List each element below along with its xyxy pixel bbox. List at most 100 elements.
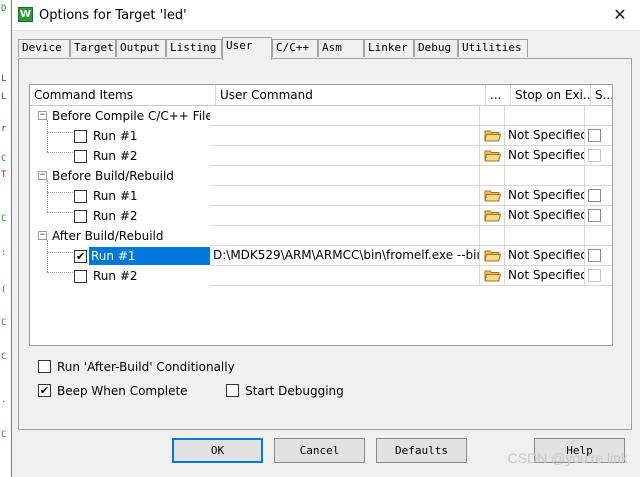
run-label: Run #2 bbox=[93, 209, 138, 223]
s-cell[interactable] bbox=[585, 246, 612, 266]
run-row[interactable]: Run #2 Not Specified bbox=[30, 206, 612, 226]
options-dialog: W Options for Target 'led' ✕ Device Targ… bbox=[11, 0, 640, 477]
group-label: Before Build/Rebuild bbox=[52, 169, 174, 183]
run-row[interactable]: Run #2 Not Specified bbox=[30, 146, 612, 166]
empty-cell bbox=[585, 106, 612, 126]
run-label: Run #1 bbox=[89, 247, 210, 265]
user-command-cell[interactable] bbox=[210, 126, 480, 146]
s-cell[interactable] bbox=[585, 126, 612, 146]
run-row[interactable]: Run #1 Not Specified bbox=[30, 126, 612, 146]
folder-open-icon[interactable] bbox=[484, 269, 501, 282]
browse-cell[interactable] bbox=[480, 206, 505, 226]
bg-glyph: C bbox=[1, 430, 7, 440]
title-bar[interactable]: W Options for Target 'led' ✕ bbox=[12, 0, 640, 31]
s-checkbox[interactable] bbox=[588, 249, 601, 262]
dialog-title: Options for Target 'led' bbox=[39, 8, 187, 23]
column-header-user-command[interactable]: User Command bbox=[216, 85, 486, 106]
s-cell[interactable] bbox=[585, 186, 612, 206]
column-header-s[interactable]: S... bbox=[591, 85, 612, 106]
browse-cell[interactable] bbox=[480, 146, 505, 166]
user-command-cell[interactable] bbox=[210, 206, 480, 226]
empty-cell bbox=[210, 226, 480, 246]
run-row-selected[interactable]: ✔ Run #1 D:\MDK529\ARM\ARMCC\bin\fromelf… bbox=[30, 246, 612, 266]
run-enable-checkbox[interactable] bbox=[74, 150, 87, 163]
tab-utilities[interactable]: Utilities bbox=[458, 39, 528, 57]
empty-cell bbox=[480, 166, 505, 186]
close-icon[interactable]: ✕ bbox=[609, 4, 631, 26]
tree-group-row[interactable]: − Before Build/Rebuild bbox=[30, 166, 612, 186]
tree-group-row[interactable]: − Before Compile C/C++ File bbox=[30, 106, 612, 126]
start-debugging-checkbox[interactable] bbox=[226, 384, 239, 397]
cancel-button[interactable]: Cancel bbox=[274, 438, 365, 463]
empty-cell bbox=[505, 106, 585, 126]
tab-target[interactable]: Target bbox=[70, 39, 116, 57]
run-row[interactable]: Run #2 Not Specified bbox=[30, 266, 612, 286]
run-enable-checkbox[interactable] bbox=[74, 270, 87, 283]
s-checkbox[interactable] bbox=[588, 149, 601, 162]
bg-glyph: T bbox=[1, 170, 7, 180]
browse-cell[interactable] bbox=[480, 126, 505, 146]
tree-group-row[interactable]: − After Build/Rebuild bbox=[30, 226, 612, 246]
browse-cell[interactable] bbox=[480, 266, 505, 286]
column-header-stop-on-exit[interactable]: Stop on Exi... bbox=[511, 85, 591, 106]
run-enable-checkbox[interactable] bbox=[74, 130, 87, 143]
bg-glyph: C bbox=[1, 154, 7, 164]
empty-cell bbox=[505, 166, 585, 186]
s-checkbox[interactable] bbox=[588, 209, 601, 222]
user-command-cell[interactable] bbox=[210, 146, 480, 166]
browse-cell[interactable] bbox=[480, 186, 505, 206]
s-checkbox[interactable] bbox=[588, 269, 601, 282]
s-cell[interactable] bbox=[585, 146, 612, 166]
collapse-icon[interactable]: − bbox=[38, 111, 47, 120]
run-after-build-conditionally-checkbox[interactable] bbox=[38, 360, 51, 373]
stop-on-exit-cell[interactable]: Not Specified bbox=[505, 206, 585, 226]
user-command-cell[interactable] bbox=[210, 186, 480, 206]
tab-device[interactable]: Device bbox=[18, 39, 70, 57]
ok-button[interactable]: OK bbox=[172, 438, 263, 463]
browse-cell[interactable] bbox=[480, 246, 505, 266]
stop-on-exit-cell[interactable]: Not Specified bbox=[505, 246, 585, 266]
defaults-button[interactable]: Defaults bbox=[376, 438, 467, 463]
s-checkbox[interactable] bbox=[588, 129, 601, 142]
stop-on-exit-cell[interactable]: Not Specified bbox=[505, 146, 585, 166]
run-enable-checkbox[interactable] bbox=[74, 190, 87, 203]
tab-linker[interactable]: Linker bbox=[364, 39, 414, 57]
user-command-cell[interactable] bbox=[210, 266, 480, 286]
folder-open-icon[interactable] bbox=[484, 129, 501, 142]
tab-user[interactable]: User bbox=[222, 37, 272, 60]
run-label: Run #2 bbox=[93, 269, 138, 283]
tab-debug[interactable]: Debug bbox=[414, 39, 458, 57]
user-command-cell[interactable]: D:\MDK529\ARM\ARMCC\bin\fromelf.exe --bi… bbox=[210, 246, 480, 266]
folder-open-icon[interactable] bbox=[484, 249, 501, 262]
s-cell[interactable] bbox=[585, 206, 612, 226]
column-header-browse[interactable]: ... bbox=[486, 85, 511, 106]
s-checkbox[interactable] bbox=[588, 189, 601, 202]
option-label: Start Debugging bbox=[245, 384, 344, 398]
stop-on-exit-cell[interactable]: Not Specified bbox=[505, 126, 585, 146]
tab-output[interactable]: Output bbox=[116, 39, 166, 57]
run-row[interactable]: Run #1 Not Specified bbox=[30, 186, 612, 206]
collapse-icon[interactable]: − bbox=[38, 231, 47, 240]
group-label: After Build/Rebuild bbox=[52, 229, 164, 243]
run-enable-checkbox[interactable] bbox=[74, 210, 87, 223]
column-header-command-items[interactable]: Command Items bbox=[30, 85, 216, 106]
option-label: Beep When Complete bbox=[57, 384, 188, 398]
beep-when-complete-checkbox[interactable]: ✔ bbox=[38, 384, 51, 397]
tab-asm[interactable]: Asm bbox=[318, 39, 364, 57]
run-enable-checkbox[interactable]: ✔ bbox=[74, 250, 87, 263]
folder-open-icon[interactable] bbox=[484, 149, 501, 162]
folder-open-icon[interactable] bbox=[484, 189, 501, 202]
empty-cell bbox=[480, 226, 505, 246]
tab-listing[interactable]: Listing bbox=[166, 39, 222, 57]
stop-on-exit-cell[interactable]: Not Specified bbox=[505, 186, 585, 206]
folder-open-icon[interactable] bbox=[484, 209, 501, 222]
empty-cell bbox=[585, 226, 612, 246]
tab-c-cpp[interactable]: C/C++ bbox=[272, 39, 318, 57]
stop-on-exit-cell[interactable]: Not Specified bbox=[505, 266, 585, 286]
collapse-icon[interactable]: − bbox=[38, 171, 47, 180]
bg-glyph: : bbox=[1, 248, 7, 258]
s-cell[interactable] bbox=[585, 266, 612, 286]
bg-glyph: . bbox=[1, 395, 7, 405]
run-label: Run #1 bbox=[93, 189, 138, 203]
empty-cell bbox=[585, 166, 612, 186]
